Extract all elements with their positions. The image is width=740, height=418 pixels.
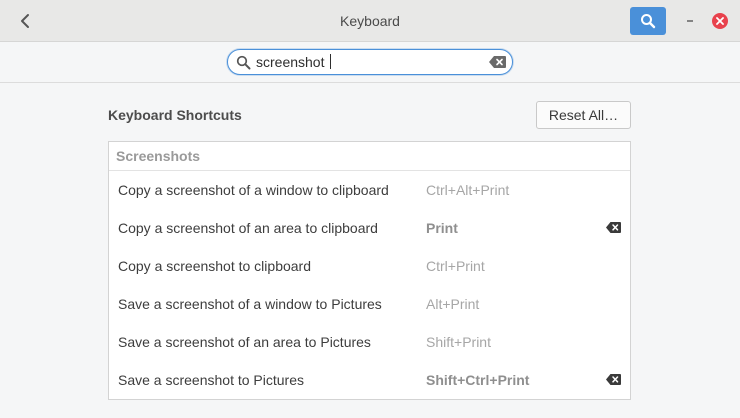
shortcut-description: Copy a screenshot of an area to clipboar… — [118, 220, 378, 236]
reset-all-button[interactable]: Reset All… — [536, 101, 631, 129]
shortcut-row[interactable]: Copy a screenshot of an area to clipboar… — [109, 209, 630, 247]
search-input-value: screenshot — [256, 50, 332, 74]
minimize-button[interactable] — [680, 10, 700, 32]
shortcuts-list: Screenshots Copy a screenshot of a windo… — [108, 141, 631, 400]
section-title: Keyboard Shortcuts — [108, 107, 242, 123]
shortcut-row[interactable]: Copy a screenshot to clipboard Ctrl+Prin… — [109, 247, 630, 285]
close-icon — [716, 17, 724, 25]
chevron-left-icon — [21, 14, 29, 28]
shortcut-description: Save a screenshot to Pictures — [118, 372, 304, 388]
shortcut-accelerator: Print — [426, 220, 458, 236]
backspace-icon[interactable] — [606, 374, 621, 385]
search-toggle-button[interactable] — [630, 7, 666, 35]
shortcut-accelerator: Alt+Print — [426, 296, 480, 312]
window-title: Keyboard — [340, 13, 400, 29]
shortcut-accelerator: Ctrl+Alt+Print — [426, 182, 510, 198]
minimize-icon — [687, 20, 693, 22]
list-category-header: Screenshots — [109, 142, 630, 171]
shortcut-row[interactable]: Save a screenshot of an area to Pictures… — [109, 323, 630, 361]
text-cursor — [330, 54, 332, 69]
shortcut-accelerator: Shift+Print — [426, 334, 491, 350]
shortcut-description: Save a screenshot of a window to Picture… — [118, 296, 382, 312]
shortcut-description: Copy a screenshot of a window to clipboa… — [118, 182, 389, 198]
shortcut-row[interactable]: Copy a screenshot of a window to clipboa… — [109, 171, 630, 209]
search-text: screenshot — [256, 54, 325, 70]
search-icon — [236, 55, 251, 70]
keyboard-settings-window: Keyboard screenshot Keyboard Shortcuts R… — [0, 0, 740, 418]
shortcut-row[interactable]: Save a screenshot to Pictures Shift+Ctrl… — [109, 361, 630, 399]
shortcut-row[interactable]: Save a screenshot of a window to Picture… — [109, 285, 630, 323]
back-button[interactable] — [12, 8, 38, 34]
search-input[interactable]: screenshot — [227, 49, 513, 75]
shortcut-accelerator: Shift+Ctrl+Print — [426, 372, 530, 388]
headerbar: Keyboard — [0, 0, 740, 42]
shortcut-description: Copy a screenshot to clipboard — [118, 258, 311, 274]
backspace-icon[interactable] — [489, 56, 506, 68]
backspace-icon[interactable] — [606, 222, 621, 233]
close-button[interactable] — [712, 13, 728, 29]
shortcut-accelerator: Ctrl+Print — [426, 258, 485, 274]
search-icon — [641, 14, 656, 29]
search-bar: screenshot — [0, 42, 740, 83]
shortcut-description: Save a screenshot of an area to Pictures — [118, 334, 371, 350]
